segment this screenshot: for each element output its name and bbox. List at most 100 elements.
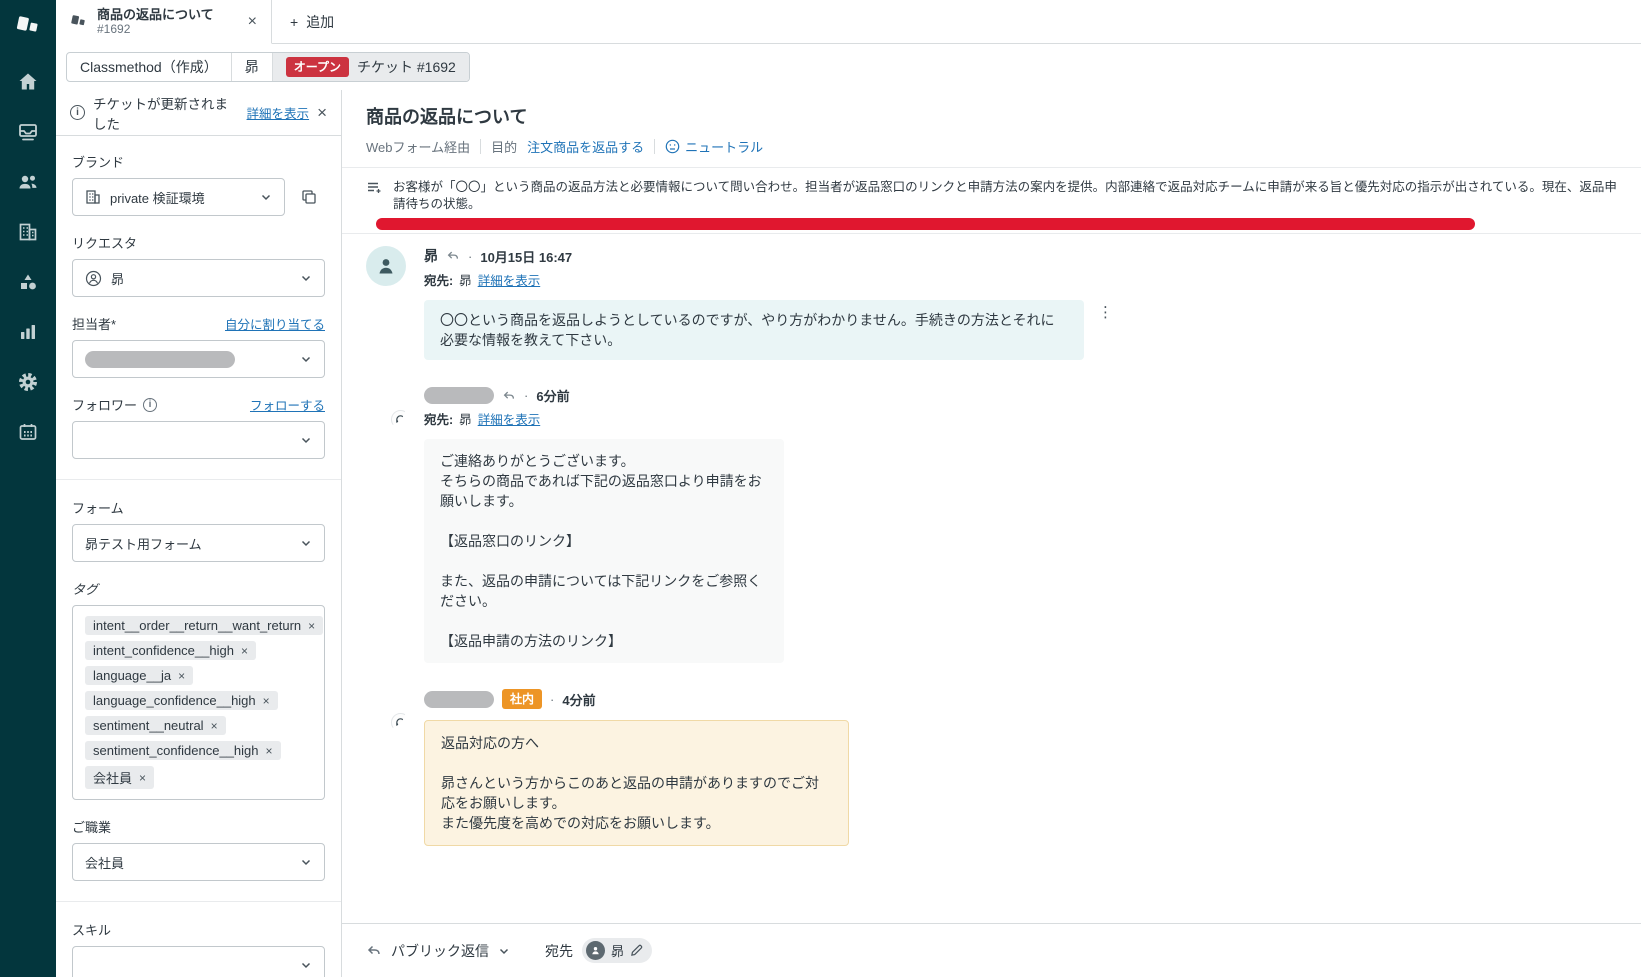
to-label: 宛先: bbox=[424, 274, 454, 288]
chevron-down-icon bbox=[300, 856, 312, 868]
requester-select[interactable]: 昴 bbox=[72, 259, 325, 297]
skill-select[interactable] bbox=[72, 946, 325, 977]
skill-field: スキル bbox=[72, 920, 325, 977]
occupation-select[interactable]: 会社員 bbox=[72, 843, 325, 881]
message-overflow-icon[interactable]: ⋮ bbox=[1098, 303, 1114, 321]
admin-shapes-icon[interactable] bbox=[6, 257, 50, 307]
assign-to-me-link[interactable]: 自分に割り当てる bbox=[225, 314, 325, 333]
message-agent-reply: · 6分前 宛先: 昴 詳細を表示 ご連絡ありがとうございます。 そちらの商品で… bbox=[366, 386, 1617, 663]
tab-title: 商品の返品について bbox=[97, 7, 214, 22]
breadcrumb: Classmethod（作成） 昴 オープン チケット #1692 bbox=[56, 44, 1641, 90]
requester-label: リクエスタ bbox=[72, 236, 138, 251]
reporting-chart-icon[interactable] bbox=[6, 307, 50, 357]
home-icon[interactable] bbox=[6, 57, 50, 107]
chevron-down-icon bbox=[300, 434, 312, 446]
summary-icon bbox=[366, 180, 382, 196]
meta-separator bbox=[480, 139, 482, 154]
ticket-tab[interactable]: 商品の返品について #1692 × bbox=[56, 0, 272, 44]
remove-tag-icon[interactable]: × bbox=[139, 771, 146, 785]
close-notification-icon[interactable]: × bbox=[317, 103, 327, 123]
chevron-down-icon bbox=[300, 959, 312, 971]
calendar-apps-icon[interactable] bbox=[6, 407, 50, 457]
tag-pill: language_confidence__high × bbox=[85, 691, 278, 710]
remove-tag-icon[interactable]: × bbox=[266, 744, 273, 758]
chevron-down-icon bbox=[260, 191, 272, 203]
message-internal-note: 社内 · 4分前 返品対応の方へ 昴さんという方からこのあと返品の申請があります… bbox=[366, 689, 1617, 846]
reply-composer: パブリック返信 宛先 昴 bbox=[342, 923, 1641, 977]
tag-pill: sentiment_confidence__high × bbox=[85, 741, 281, 760]
follow-link[interactable]: フォローする bbox=[250, 395, 325, 414]
panel-divider bbox=[56, 479, 341, 480]
recipient-avatar-icon bbox=[586, 941, 605, 960]
red-highlight-annotation bbox=[376, 218, 1475, 230]
chevron-down-icon bbox=[300, 353, 312, 365]
composer-recipient-pill[interactable]: 昴 bbox=[582, 938, 653, 963]
remove-tag-icon[interactable]: × bbox=[241, 644, 248, 658]
assignee-redacted-value bbox=[85, 350, 235, 368]
show-details-link[interactable]: 詳細を表示 bbox=[247, 103, 310, 122]
status-badge: オープン bbox=[285, 57, 349, 77]
tags-input[interactable]: intent__order__return__want_return × inte… bbox=[72, 605, 325, 800]
neutral-face-icon bbox=[665, 139, 680, 154]
chevron-down-icon bbox=[300, 537, 312, 549]
panel-divider bbox=[56, 901, 341, 902]
agent-name-redacted bbox=[424, 387, 494, 404]
customers-people-icon[interactable] bbox=[6, 157, 50, 207]
brand-icon bbox=[85, 189, 101, 205]
ai-summary-row: お客様が「〇〇」という商品の返品方法と必要情報について問い合わせ。担当者が返品窓… bbox=[342, 167, 1641, 234]
message-timestamp: 4分前 bbox=[562, 692, 596, 708]
breadcrumb-organization[interactable]: Classmethod（作成） bbox=[67, 53, 232, 81]
show-details-link[interactable]: 詳細を表示 bbox=[478, 409, 541, 428]
views-inbox-icon[interactable] bbox=[6, 107, 50, 157]
message-bubble: 返品対応の方へ 昴さんという方からこのあと返品の申請がありますのでご対応をお願い… bbox=[424, 720, 849, 846]
form-field: フォーム 昴テスト用フォーム bbox=[72, 498, 325, 562]
agent-avatar bbox=[366, 386, 406, 426]
remove-tag-icon[interactable]: × bbox=[308, 619, 315, 633]
summary-text: お客様が「〇〇」という商品の返品方法と必要情報について問い合わせ。担当者が返品窓… bbox=[393, 180, 1617, 211]
to-value: 昴 bbox=[459, 274, 472, 288]
assignee-select[interactable] bbox=[72, 340, 325, 378]
tag-pill: intent_confidence__high × bbox=[85, 641, 256, 660]
occupation-field: ご職業 会社員 bbox=[72, 817, 325, 881]
tag-pill: 会社員 × bbox=[85, 766, 155, 789]
tab-ticket-number: #1692 bbox=[97, 22, 131, 36]
intent-value-link[interactable]: 注文商品を返品する bbox=[527, 137, 644, 156]
chevron-down-icon bbox=[300, 272, 312, 284]
tab-strip: 商品の返品について #1692 × + 追加 bbox=[56, 0, 1641, 44]
headset-badge-icon bbox=[391, 410, 406, 426]
recipient-name: 昴 bbox=[611, 944, 625, 959]
composer-to-label: 宛先 bbox=[545, 942, 573, 959]
sentiment-link[interactable]: ニュートラル bbox=[665, 137, 763, 156]
assignee-label: 担当者* bbox=[72, 317, 117, 332]
settings-gear-icon[interactable] bbox=[6, 357, 50, 407]
show-details-link[interactable]: 詳細を表示 bbox=[478, 270, 541, 289]
message-customer: 昴 · 10月15日 16:47 宛先: 昴 詳細を表示 〇〇という商品を返品し… bbox=[366, 246, 1617, 360]
message-bubble: 〇〇という商品を返品しようとしているのですが、やり方がわかりません。手続きの方法… bbox=[424, 300, 1084, 360]
edit-pencil-icon[interactable] bbox=[630, 944, 643, 957]
remove-tag-icon[interactable]: × bbox=[211, 719, 218, 733]
intent-label: 目的 bbox=[491, 140, 518, 155]
plus-icon: + bbox=[290, 13, 299, 30]
zendesk-logo-icon bbox=[15, 13, 41, 39]
add-tab-button[interactable]: + 追加 bbox=[272, 0, 352, 43]
remove-tag-icon[interactable]: × bbox=[178, 669, 185, 683]
brand-select[interactable]: private 検証環境 bbox=[72, 178, 285, 216]
remove-tag-icon[interactable]: × bbox=[263, 694, 270, 708]
reply-mode-selector[interactable]: パブリック返信 bbox=[391, 941, 510, 961]
customer-avatar bbox=[366, 246, 406, 286]
tag-pill: intent__order__return__want_return × bbox=[85, 616, 324, 635]
breadcrumb-ticket[interactable]: オープン チケット #1692 bbox=[272, 53, 469, 81]
reply-arrow-icon bbox=[446, 249, 460, 263]
notification-text: チケットが更新されました bbox=[93, 96, 228, 132]
breadcrumb-requester[interactable]: 昴 bbox=[232, 53, 273, 81]
ticket-number-label: チケット #1692 bbox=[356, 59, 456, 75]
to-value: 昴 bbox=[459, 413, 472, 427]
agent-name-redacted bbox=[424, 690, 494, 708]
message-author: 昴 bbox=[424, 248, 438, 264]
agent-avatar bbox=[366, 689, 406, 729]
tab-close-icon[interactable]: × bbox=[244, 11, 261, 33]
followers-select[interactable] bbox=[72, 421, 325, 459]
organizations-building-icon[interactable] bbox=[6, 207, 50, 257]
copy-icon[interactable] bbox=[293, 181, 325, 213]
form-select[interactable]: 昴テスト用フォーム bbox=[72, 524, 325, 562]
